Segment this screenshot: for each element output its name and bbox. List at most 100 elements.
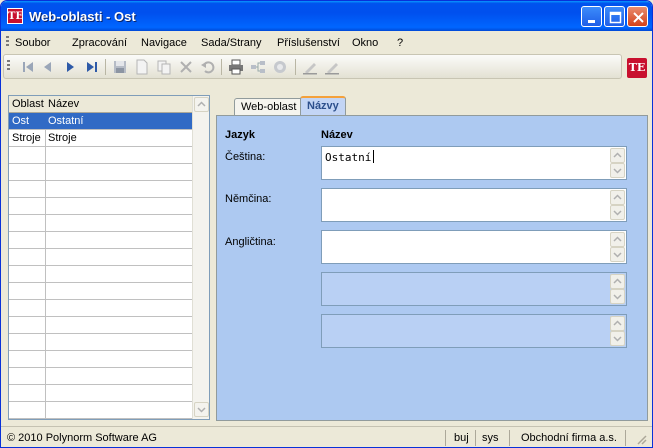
undo-icon[interactable] [200,59,216,75]
field-scrollbar[interactable] [610,190,625,220]
empty-row[interactable] [9,334,193,351]
chevron-up-icon [613,320,622,326]
toolbar [3,54,622,79]
app-window: TE Web-oblasti - Ost Soubor Zpracování N… [0,0,653,448]
status-separator [445,430,446,446]
field-scrollbar[interactable] [610,148,625,178]
stop-icon[interactable] [272,59,288,75]
empty-row[interactable] [9,283,193,300]
scroll-up-button[interactable] [610,148,625,163]
name-czech-field[interactable]: Ostatní [321,146,627,180]
status-copyright: © 2010 Polynorm Software AG [7,432,157,444]
field-scrollbar [610,316,625,346]
chevron-down-icon [613,210,622,216]
minimize-button[interactable] [581,6,602,27]
first-record-icon[interactable] [20,59,36,75]
scroll-up-button [610,274,625,289]
names-panel: Jazyk Název Čeština: Ostatní Němčina: An… [216,115,648,421]
empty-row[interactable] [9,300,193,317]
status-system: sys [482,432,499,444]
empty-row[interactable] [9,249,193,266]
save-icon[interactable] [112,59,128,75]
toolbar-separator [221,59,222,75]
toolbar-separator [295,59,296,75]
menu-sada-strany[interactable]: Sada/Strany [201,37,262,49]
empty-row[interactable] [9,368,193,385]
brand-logo-icon: TE [627,58,647,78]
empty-row[interactable] [9,385,193,402]
scroll-up-button [610,316,625,331]
status-bar: © 2010 Polynorm Software AG buj sys Obch… [1,426,652,447]
name-extra-field-1 [321,272,627,306]
menu-soubor[interactable]: Soubor [15,37,50,49]
scroll-down-button[interactable] [194,402,209,417]
empty-row[interactable] [9,198,193,215]
empty-row[interactable] [9,351,193,368]
window-title: Web-oblasti - Ost [29,9,136,24]
edit-icon[interactable] [302,59,318,75]
empty-row[interactable] [9,232,193,249]
name-english-field[interactable] [321,230,627,264]
empty-row[interactable] [9,147,193,164]
name-german-field[interactable] [321,188,627,222]
tab-nazvy[interactable]: Názvy [300,96,346,117]
chevron-down-icon [613,168,622,174]
close-button[interactable] [627,6,648,27]
empty-row[interactable] [9,266,193,283]
header-oblast[interactable]: Oblast [12,98,44,110]
menu-help[interactable]: ? [397,37,403,49]
menu-zpracovani[interactable]: Zpracování [72,37,127,49]
minimize-icon [588,20,595,23]
scroll-down-button[interactable] [610,247,625,262]
cell-name: Ostatní [48,115,84,127]
copy-icon[interactable] [156,59,172,75]
empty-row[interactable] [9,164,193,181]
last-record-icon[interactable] [84,59,100,75]
scroll-up-button[interactable] [610,232,625,247]
grid-scrollbar[interactable] [192,96,209,419]
tab-web-oblast[interactable]: Web-oblast [234,98,304,116]
resize-grip-icon[interactable] [635,433,647,445]
title-bar[interactable]: TE Web-oblasti - Ost [1,1,652,31]
status-separator [475,430,476,446]
next-record-icon[interactable] [62,59,78,75]
chevron-up-icon [197,101,206,107]
column-language-header: Jazyk [225,129,255,141]
menu-okno[interactable]: Okno [352,37,378,49]
print-icon[interactable] [228,59,244,75]
chevron-down-icon [613,336,622,342]
chevron-down-icon [613,294,622,300]
app-logo-icon: TE [7,8,23,24]
empty-row[interactable] [9,317,193,334]
empty-row[interactable] [9,181,193,198]
status-separator [509,430,510,446]
field-scrollbar[interactable] [610,232,625,262]
tree-icon[interactable] [250,59,266,75]
areas-grid: Oblast Název Ost Ostatní Stroje Stroje [8,95,210,420]
prev-record-icon[interactable] [40,59,56,75]
table-row[interactable]: Ost Ostatní [9,113,193,130]
toolbar-grip [7,60,10,72]
table-row[interactable]: Stroje Stroje [9,130,193,147]
menu-grip [6,36,9,48]
grid-header: Oblast Název [9,96,193,113]
scroll-up-button[interactable] [194,97,209,112]
text-caret [373,150,374,163]
menu-prislusenstvi[interactable]: Příslušenství [277,37,340,49]
empty-row[interactable] [9,215,193,232]
scroll-down-button[interactable] [610,205,625,220]
scroll-up-button[interactable] [610,190,625,205]
scroll-down-button[interactable] [610,163,625,178]
maximize-button[interactable] [604,6,625,27]
edit-alt-icon[interactable] [324,59,340,75]
header-nazev[interactable]: Název [48,98,79,110]
empty-row[interactable] [9,402,193,419]
maximize-icon [609,11,622,24]
delete-icon[interactable] [178,59,194,75]
cell-code: Ost [12,115,30,127]
language-label: Němčina: [225,193,272,205]
new-icon[interactable] [134,59,150,75]
toolbar-separator [105,59,106,75]
menu-navigace[interactable]: Navigace [141,37,187,49]
scroll-down-button [610,289,625,304]
